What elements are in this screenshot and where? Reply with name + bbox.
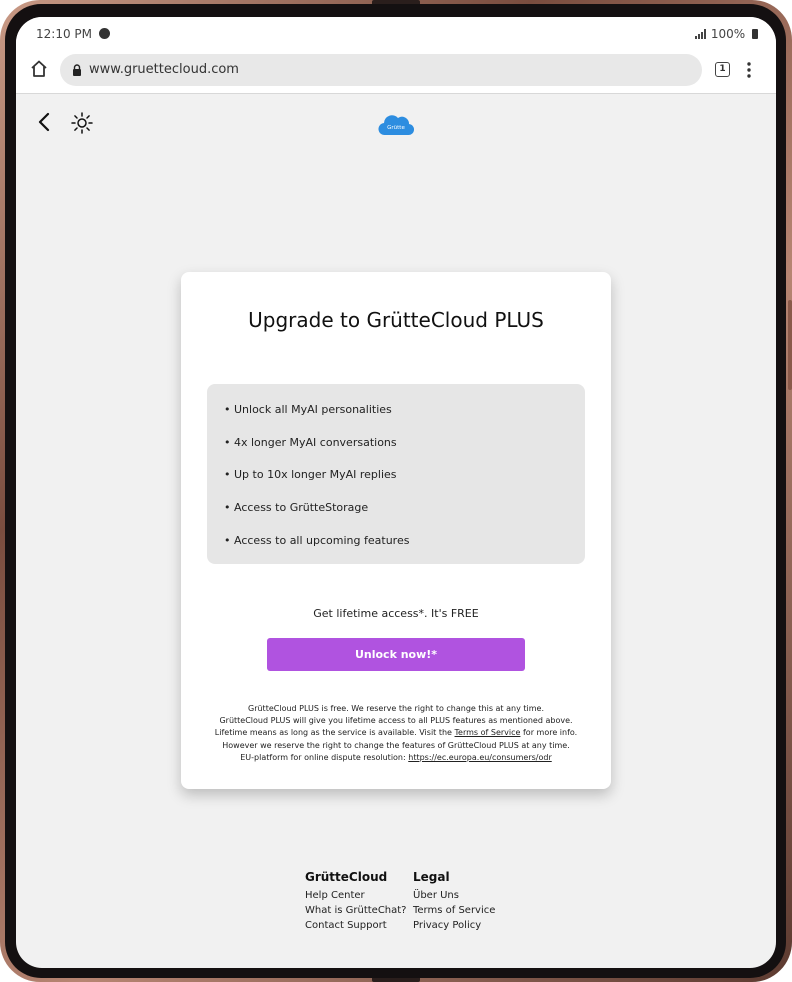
spotify-icon: [98, 28, 110, 39]
features-box: Unlock all MyAI personalities 4x longer …: [207, 384, 585, 564]
footer-link-what-is-gruettechat[interactable]: What is GrütteChat?: [305, 905, 407, 916]
terms-of-service-link[interactable]: Terms of Service: [455, 728, 521, 737]
card-title: Upgrade to GrütteCloud PLUS: [248, 308, 544, 332]
footer-link-privacy-policy[interactable]: Privacy Policy: [413, 920, 495, 931]
address-bar[interactable]: www.gruettecloud.com: [60, 54, 702, 86]
legal-line-4: However we reserve the right to change t…: [222, 740, 570, 750]
feature-item: Access to all upcoming features: [224, 534, 409, 547]
home-icon[interactable]: [29, 59, 49, 79]
legal-notice: GrütteCloud PLUS is free. We reserve the…: [181, 703, 611, 764]
feature-item: Up to 10x longer MyAI replies: [224, 468, 397, 481]
feature-item: 4x longer MyAI conversations: [224, 436, 397, 449]
more-menu-icon[interactable]: [746, 61, 752, 79]
status-bar: 12:10 PM 100%: [16, 17, 776, 51]
logo-text: Grütte: [387, 125, 405, 131]
url-text: www.gruettecloud.com: [89, 62, 239, 77]
legal-line-1: GrütteCloud PLUS is free. We reserve the…: [248, 704, 544, 713]
browser-toolbar: www.gruettecloud.com 1: [16, 51, 776, 94]
legal-line-3-pre: Lifetime means as long as the service is…: [214, 728, 455, 738]
device-frame: 12:10 PM 100% www.gruettecloud.com 1 Grü…: [0, 0, 792, 982]
battery-text: 100%: [710, 27, 746, 41]
footer-link-ueber-uns[interactable]: Über Uns: [413, 890, 495, 901]
signal-icon: [695, 29, 707, 39]
legal-line-5-pre: EU-platform for online dispute resolutio…: [240, 752, 409, 762]
upgrade-card: Upgrade to GrütteCloud PLUS Unlock all M…: [181, 272, 611, 789]
legal-line-5: EU-platform for online dispute resolutio…: [181, 752, 611, 764]
gruettecloud-logo-icon[interactable]: Grütte: [378, 113, 414, 137]
footer-link-terms-of-service[interactable]: Terms of Service: [413, 905, 495, 916]
status-time: 12:10 PM: [36, 27, 110, 41]
legal-line-2: GrütteCloud PLUS will give you lifetime …: [219, 716, 573, 726]
tabs-icon[interactable]: 1: [715, 62, 730, 77]
cta-text: Get lifetime access*. It's FREE: [313, 607, 479, 620]
battery-icon: [752, 29, 758, 39]
screen: 12:10 PM 100% www.gruettecloud.com 1 Grü…: [16, 17, 776, 968]
status-right: 100%: [695, 27, 758, 41]
footer-column-gruettecloud: GrütteCloud Help Center What is GrütteCh…: [305, 870, 407, 935]
status-time-text: 12:10 PM: [36, 27, 92, 41]
theme-toggle-sun-icon[interactable]: [70, 111, 94, 135]
feature-item: Unlock all MyAI personalities: [224, 403, 392, 416]
feature-item: Access to GrütteStorage: [224, 501, 368, 514]
footer-heading: GrütteCloud: [305, 870, 388, 884]
footer-column-legal: Legal Über Uns Terms of Service Privacy …: [413, 870, 495, 935]
legal-line-3-post: for more info.: [520, 728, 578, 738]
legal-line-3: Lifetime means as long as the service is…: [181, 727, 611, 739]
odr-link[interactable]: https://ec.europa.eu/consumers/odr: [408, 753, 551, 762]
unlock-now-button[interactable]: Unlock now!*: [267, 638, 525, 671]
footer-link-contact-support[interactable]: Contact Support: [305, 920, 407, 931]
side-button: [788, 300, 792, 390]
lock-icon: [73, 64, 81, 76]
back-arrow-icon[interactable]: [34, 111, 54, 133]
footer-heading: Legal: [413, 870, 450, 884]
footer-link-help-center[interactable]: Help Center: [305, 890, 407, 901]
